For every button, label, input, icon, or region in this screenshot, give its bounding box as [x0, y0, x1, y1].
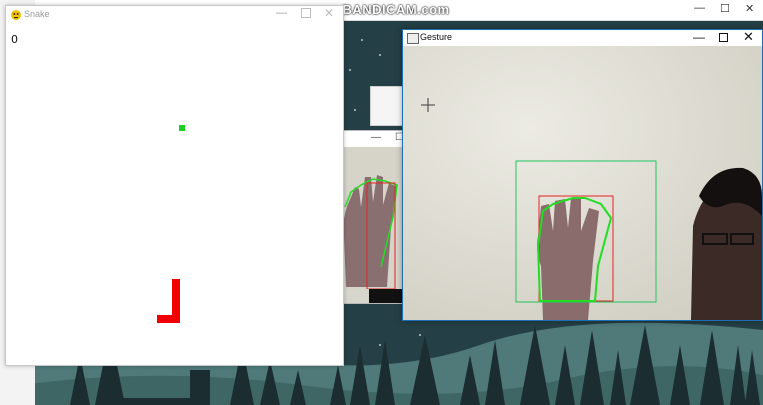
minimize-icon[interactable]: —	[694, 2, 705, 14]
window-title: Snake	[24, 9, 50, 19]
close-icon[interactable]: ✕	[743, 30, 754, 45]
camera-window-background: — ☐	[340, 130, 406, 304]
camera-feed-background	[341, 147, 405, 289]
game-canvas[interactable]: 0	[6, 24, 343, 365]
food-pellet	[179, 125, 185, 131]
minimize-icon[interactable]: —	[276, 7, 287, 19]
snake-app-icon	[11, 10, 21, 20]
window-app-icon	[407, 33, 419, 44]
camera-window-titlebar[interactable]: — ☐	[341, 131, 405, 147]
snake-window[interactable]: Snake — ✕ 0	[5, 5, 344, 366]
minimize-icon[interactable]: —	[693, 30, 705, 44]
camera-feed	[403, 46, 762, 320]
snake-titlebar[interactable]: Snake — ✕	[6, 6, 343, 24]
maximize-icon[interactable]	[301, 8, 311, 18]
snake-body-horizontal	[157, 315, 180, 323]
minimize-icon[interactable]: —	[371, 132, 381, 143]
maximize-icon[interactable]: ☐	[720, 2, 730, 15]
camera-window-bar	[369, 289, 405, 303]
background-window-fragment	[370, 86, 406, 126]
window-title: Gesture	[420, 32, 453, 42]
gesture-titlebar[interactable]: Gesture — ✕	[403, 30, 762, 46]
close-icon[interactable]: ✕	[324, 6, 334, 20]
gesture-window[interactable]: Gesture — ✕	[402, 29, 763, 321]
close-icon[interactable]: ✕	[745, 2, 754, 15]
maximize-icon[interactable]	[719, 33, 728, 42]
score-display: 0	[11, 33, 18, 46]
